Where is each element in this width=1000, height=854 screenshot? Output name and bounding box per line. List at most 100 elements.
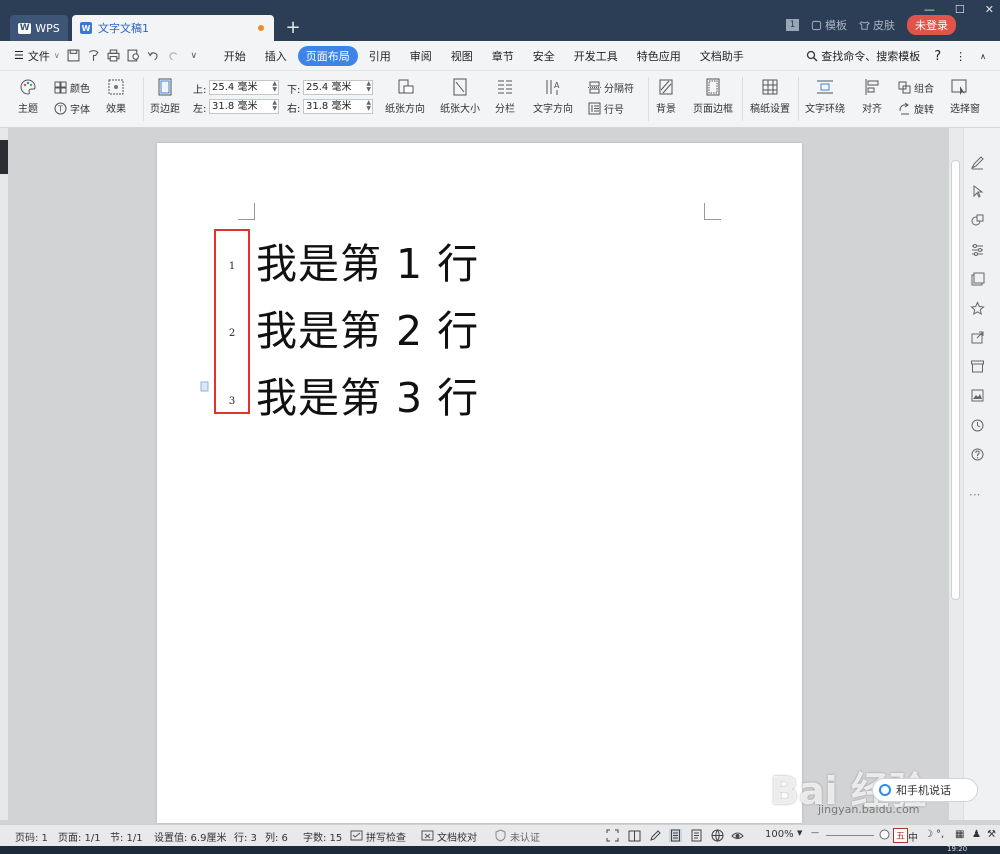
- window-count-badge[interactable]: 1: [786, 19, 799, 31]
- web-view-button[interactable]: [711, 829, 724, 842]
- status-page-number[interactable]: 页码: 1: [15, 829, 48, 844]
- status-setting-value[interactable]: 设置值: 6.9厘米: [154, 829, 226, 844]
- menu-review[interactable]: 审阅: [402, 46, 440, 66]
- help-side-button[interactable]: [970, 447, 985, 462]
- menu-section[interactable]: 章节: [484, 46, 522, 66]
- wrench-icon[interactable]: ⚒: [987, 829, 996, 840]
- rotate-button[interactable]: 旋转: [898, 101, 934, 116]
- font-button[interactable]: T 字体: [54, 101, 90, 116]
- background-button[interactable]: 背景: [656, 78, 676, 115]
- effect-button[interactable]: 效果: [106, 78, 126, 115]
- document-line[interactable]: 我是第 1 行: [256, 230, 479, 290]
- selection-pane-button[interactable]: 选择窗: [950, 78, 980, 115]
- menu-home[interactable]: 开始: [216, 46, 254, 66]
- spell-check-button[interactable]: 拼写检查: [366, 829, 406, 844]
- print-preview-button[interactable]: [126, 48, 142, 64]
- login-button[interactable]: 未登录: [907, 15, 956, 35]
- top-margin-input[interactable]: 25.4 毫米 ▲ ▼: [209, 80, 279, 95]
- edit-pen-button[interactable]: [970, 155, 985, 170]
- archive-button[interactable]: [970, 359, 985, 374]
- left-panel-strip[interactable]: [0, 128, 8, 820]
- help-button[interactable]: ?: [934, 49, 941, 64]
- status-section[interactable]: 节: 1/1: [110, 829, 143, 844]
- more-menu-button[interactable]: ⋮: [955, 50, 966, 63]
- outline-view-button[interactable]: [690, 829, 703, 842]
- menu-references[interactable]: 引用: [361, 46, 399, 66]
- line-numbers-button[interactable]: 行号: [588, 101, 624, 116]
- favorites-button[interactable]: [970, 301, 985, 316]
- skin-link[interactable]: 皮肤: [859, 17, 895, 33]
- manuscript-button[interactable]: 稿纸设置: [750, 78, 790, 115]
- certification-status[interactable]: 未认证: [510, 829, 540, 844]
- template-link[interactable]: 模板: [811, 17, 847, 33]
- file-menu[interactable]: ☰ 文件 ∨: [8, 48, 66, 64]
- phone-chat-button[interactable]: 和手机说话: [872, 778, 978, 802]
- user-icon[interactable]: ♟: [972, 829, 981, 840]
- spinner-icon[interactable]: ▲ ▼: [272, 81, 277, 93]
- theme-button[interactable]: 主题: [18, 78, 38, 115]
- punctuation-icon[interactable]: °,: [936, 829, 944, 840]
- close-button[interactable]: ✕: [985, 3, 994, 16]
- ime-language[interactable]: 中: [908, 829, 918, 844]
- zoom-level[interactable]: 100%: [765, 829, 794, 840]
- page-view-button[interactable]: [669, 829, 682, 842]
- moon-icon[interactable]: ☽: [924, 829, 933, 840]
- command-search[interactable]: 查找命令、搜索模板: [806, 48, 920, 64]
- ime-logo-icon[interactable]: 五: [893, 828, 909, 843]
- page-border-button[interactable]: 页面边框: [693, 78, 733, 115]
- orientation-button[interactable]: 纸张方向: [385, 78, 425, 115]
- eye-protection-button[interactable]: [731, 829, 744, 842]
- columns-button[interactable]: 分栏: [495, 78, 515, 115]
- status-word-count[interactable]: 字数: 15: [303, 829, 342, 844]
- paragraph-layout-icon[interactable]: [200, 381, 210, 392]
- shapes-button[interactable]: [970, 213, 985, 228]
- menu-security[interactable]: 安全: [525, 46, 563, 66]
- menu-insert[interactable]: 插入: [257, 46, 295, 66]
- format-painter-button[interactable]: [86, 48, 102, 64]
- left-panel-handle[interactable]: [0, 140, 8, 174]
- text-wrap-button[interactable]: 文字环绕: [805, 78, 845, 115]
- share-button[interactable]: [970, 330, 985, 345]
- doc-proof-button[interactable]: 文档校对: [437, 829, 477, 844]
- write-mode-button[interactable]: [649, 829, 662, 842]
- new-tab-button[interactable]: +: [284, 17, 302, 39]
- undo-button[interactable]: [146, 48, 162, 64]
- document-line[interactable]: 我是第 2 行: [256, 297, 479, 357]
- status-pages[interactable]: 页面: 1/1: [58, 829, 101, 844]
- wps-home-tab[interactable]: W WPS: [10, 15, 68, 41]
- status-row[interactable]: 行: 3: [234, 829, 257, 844]
- image-button[interactable]: [970, 388, 985, 403]
- status-column[interactable]: 列: 6: [265, 829, 288, 844]
- document-line[interactable]: 我是第 3 行: [256, 364, 479, 424]
- menu-view[interactable]: 视图: [443, 46, 481, 66]
- paper-size-button[interactable]: 纸张大小: [440, 78, 480, 115]
- save-button[interactable]: [66, 48, 82, 64]
- fullscreen-button[interactable]: [606, 829, 619, 842]
- redo-button[interactable]: [166, 48, 182, 64]
- spinner-icon[interactable]: ▲ ▼: [366, 81, 371, 93]
- menu-doc-assistant[interactable]: 文档助手: [692, 46, 752, 66]
- left-margin-input[interactable]: 31.8 毫米 ▲ ▼: [209, 99, 279, 114]
- zoom-slider-handle[interactable]: [878, 828, 891, 841]
- text-direction-button[interactable]: A 文字方向: [533, 78, 573, 115]
- select-tool-button[interactable]: [970, 184, 985, 199]
- bottom-margin-input[interactable]: 25.4 毫米 ▲ ▼: [303, 80, 373, 95]
- breaks-button[interactable]: 分隔符: [588, 80, 634, 95]
- keyboard-icon[interactable]: ▦: [955, 829, 964, 840]
- gallery-button[interactable]: [970, 272, 985, 287]
- zoom-out-button[interactable]: —: [811, 828, 819, 837]
- adjust-button[interactable]: [970, 242, 985, 257]
- margins-button[interactable]: 页边距: [150, 78, 180, 115]
- maximize-button[interactable]: ☐: [955, 3, 965, 16]
- zoom-slider[interactable]: [826, 835, 874, 836]
- right-margin-input[interactable]: 31.8 毫米 ▲ ▼: [303, 99, 373, 114]
- document-tab[interactable]: W 文字文稿1: [72, 15, 274, 41]
- document-page[interactable]: [157, 143, 802, 823]
- quick-access-more-button[interactable]: ∨: [186, 48, 202, 64]
- print-button[interactable]: [106, 48, 122, 64]
- scrollbar-thumb[interactable]: [951, 160, 960, 600]
- reading-mode-button[interactable]: [628, 829, 641, 842]
- group-button[interactable]: 组合: [898, 80, 934, 95]
- minimize-button[interactable]: —: [924, 3, 935, 16]
- align-button[interactable]: 对齐: [862, 78, 882, 115]
